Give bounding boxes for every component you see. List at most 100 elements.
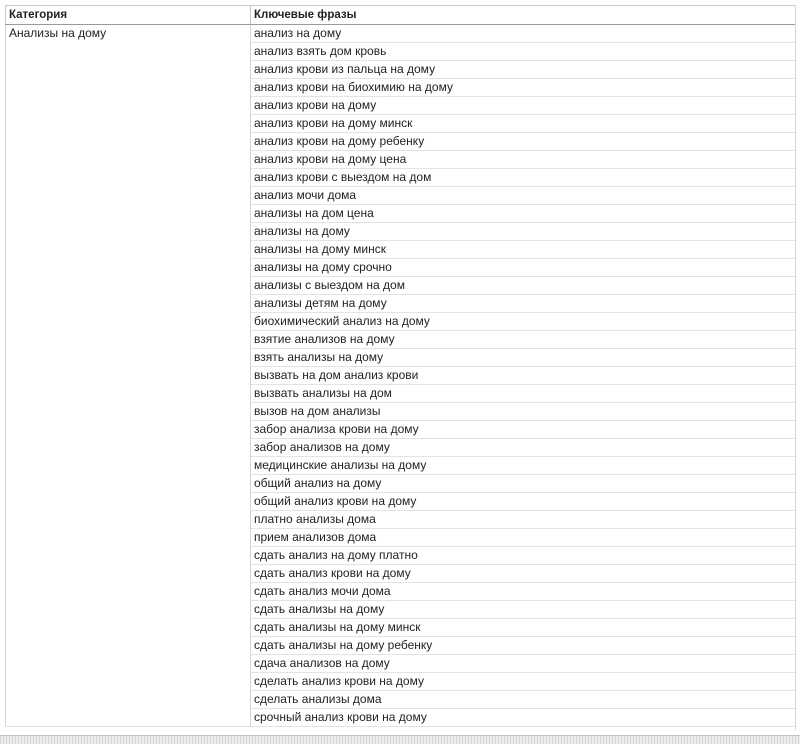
keyword-cell[interactable]: сдать анализы на дому [250,600,796,619]
keyword-cell[interactable]: сделать анализы дома [250,690,796,709]
category-cell[interactable] [5,294,251,313]
category-cell[interactable] [5,150,251,169]
table-row: анализ взять дом кровь [5,42,796,61]
category-cell[interactable] [5,564,251,583]
category-cell[interactable] [5,222,251,241]
keyword-cell[interactable]: общий анализ на дому [250,474,796,493]
category-cell[interactable] [5,366,251,385]
table-row: анализ мочи дома [5,186,796,205]
category-cell[interactable] [5,384,251,403]
category-cell[interactable] [5,186,251,205]
category-cell[interactable] [5,600,251,619]
keyword-cell[interactable]: взятие анализов на дому [250,330,796,349]
keyword-cell[interactable]: вызвать анализы на дом [250,384,796,403]
category-cell[interactable] [5,258,251,277]
keyword-cell[interactable]: сдать анализ мочи дома [250,582,796,601]
category-cell[interactable] [5,96,251,115]
spreadsheet-table: Категория Ключевые фразы Анализы на дому… [5,5,796,727]
category-cell[interactable] [5,114,251,133]
category-cell[interactable] [5,546,251,565]
keyword-cell[interactable]: срочный анализ крови на дому [250,708,796,727]
category-cell[interactable] [5,420,251,439]
category-cell[interactable] [5,582,251,601]
keyword-cell[interactable]: анализ крови на дому минск [250,114,796,133]
table-row: сдать анализ на дому платно [5,546,796,565]
category-cell[interactable] [5,168,251,187]
keyword-cell[interactable]: анализ взять дом кровь [250,42,796,61]
category-cell[interactable] [5,312,251,331]
table-row: анализ крови с выездом на дом [5,168,796,187]
table-row: взять анализы на дому [5,348,796,367]
category-cell[interactable] [5,654,251,673]
keyword-cell[interactable]: анализ крови с выездом на дом [250,168,796,187]
category-cell[interactable] [5,78,251,97]
category-cell[interactable] [5,672,251,691]
table-row: биохимический анализ на дому [5,312,796,331]
table-row: забор анализов на дому [5,438,796,457]
keyword-cell[interactable]: анализ мочи дома [250,186,796,205]
table-row: анализы с выездом на дом [5,276,796,295]
keyword-cell[interactable]: анализы на дому срочно [250,258,796,277]
header-row: Категория Ключевые фразы [5,5,796,25]
header-category[interactable]: Категория [5,5,251,25]
keyword-cell[interactable]: забор анализа крови на дому [250,420,796,439]
category-cell[interactable] [5,204,251,223]
keyword-cell[interactable]: медицинские анализы на дому [250,456,796,475]
keyword-cell[interactable]: сделать анализ крови на дому [250,672,796,691]
keyword-cell[interactable]: анализ крови из пальца на дому [250,60,796,79]
keyword-cell[interactable]: вызвать на дом анализ крови [250,366,796,385]
keyword-cell[interactable]: сдача анализов на дому [250,654,796,673]
category-cell[interactable] [5,456,251,475]
category-cell[interactable] [5,618,251,637]
keyword-cell[interactable]: биохимический анализ на дому [250,312,796,331]
table-row: анализы на дому [5,222,796,241]
category-cell[interactable] [5,240,251,259]
table-row: вызов на дом анализы [5,402,796,421]
keyword-cell[interactable]: анализ крови на дому [250,96,796,115]
keyword-cell[interactable]: сдать анализы на дому минск [250,618,796,637]
category-cell[interactable] [5,528,251,547]
table-row: анализ крови на дому цена [5,150,796,169]
keyword-cell[interactable]: взять анализы на дому [250,348,796,367]
category-cell[interactable] [5,132,251,151]
keyword-cell[interactable]: анализы на дом цена [250,204,796,223]
header-keywords[interactable]: Ключевые фразы [250,5,796,25]
keyword-cell[interactable]: сдать анализы на дому ребенку [250,636,796,655]
category-cell[interactable]: Анализы на дому [5,24,251,43]
category-cell[interactable] [5,330,251,349]
keyword-cell[interactable]: анализ крови на биохимию на дому [250,78,796,97]
category-cell[interactable] [5,690,251,709]
table-row: сдать анализ крови на дому [5,564,796,583]
keyword-cell[interactable]: анализы на дому [250,222,796,241]
keyword-cell[interactable]: сдать анализ на дому платно [250,546,796,565]
keyword-cell[interactable]: анализы с выездом на дом [250,276,796,295]
keyword-cell[interactable]: анализы детям на дому [250,294,796,313]
category-cell[interactable] [5,276,251,295]
category-cell[interactable] [5,708,251,727]
table-row: анализ крови на дому ребенку [5,132,796,151]
table-row: анализ крови на биохимию на дому [5,78,796,97]
table-row: Анализы на дому анализ на дому [5,24,796,43]
keyword-cell[interactable]: анализ крови на дому ребенку [250,132,796,151]
category-cell[interactable] [5,348,251,367]
category-cell[interactable] [5,510,251,529]
keyword-cell[interactable]: анализы на дому минск [250,240,796,259]
keyword-cell[interactable]: платно анализы дома [250,510,796,529]
category-cell[interactable] [5,60,251,79]
table-row: вызвать анализы на дом [5,384,796,403]
keyword-cell[interactable]: прием анализов дома [250,528,796,547]
category-cell[interactable] [5,42,251,61]
table-row: прием анализов дома [5,528,796,547]
category-cell[interactable] [5,492,251,511]
keyword-cell[interactable]: вызов на дом анализы [250,402,796,421]
category-cell[interactable] [5,636,251,655]
keyword-cell[interactable]: анализ на дому [250,24,796,43]
keyword-cell[interactable]: сдать анализ крови на дому [250,564,796,583]
category-cell[interactable] [5,474,251,493]
keyword-cell[interactable]: забор анализов на дому [250,438,796,457]
keyword-cell[interactable]: анализ крови на дому цена [250,150,796,169]
category-cell[interactable] [5,402,251,421]
category-cell[interactable] [5,438,251,457]
keyword-cell[interactable]: общий анализ крови на дому [250,492,796,511]
table-row: срочный анализ крови на дому [5,708,796,727]
